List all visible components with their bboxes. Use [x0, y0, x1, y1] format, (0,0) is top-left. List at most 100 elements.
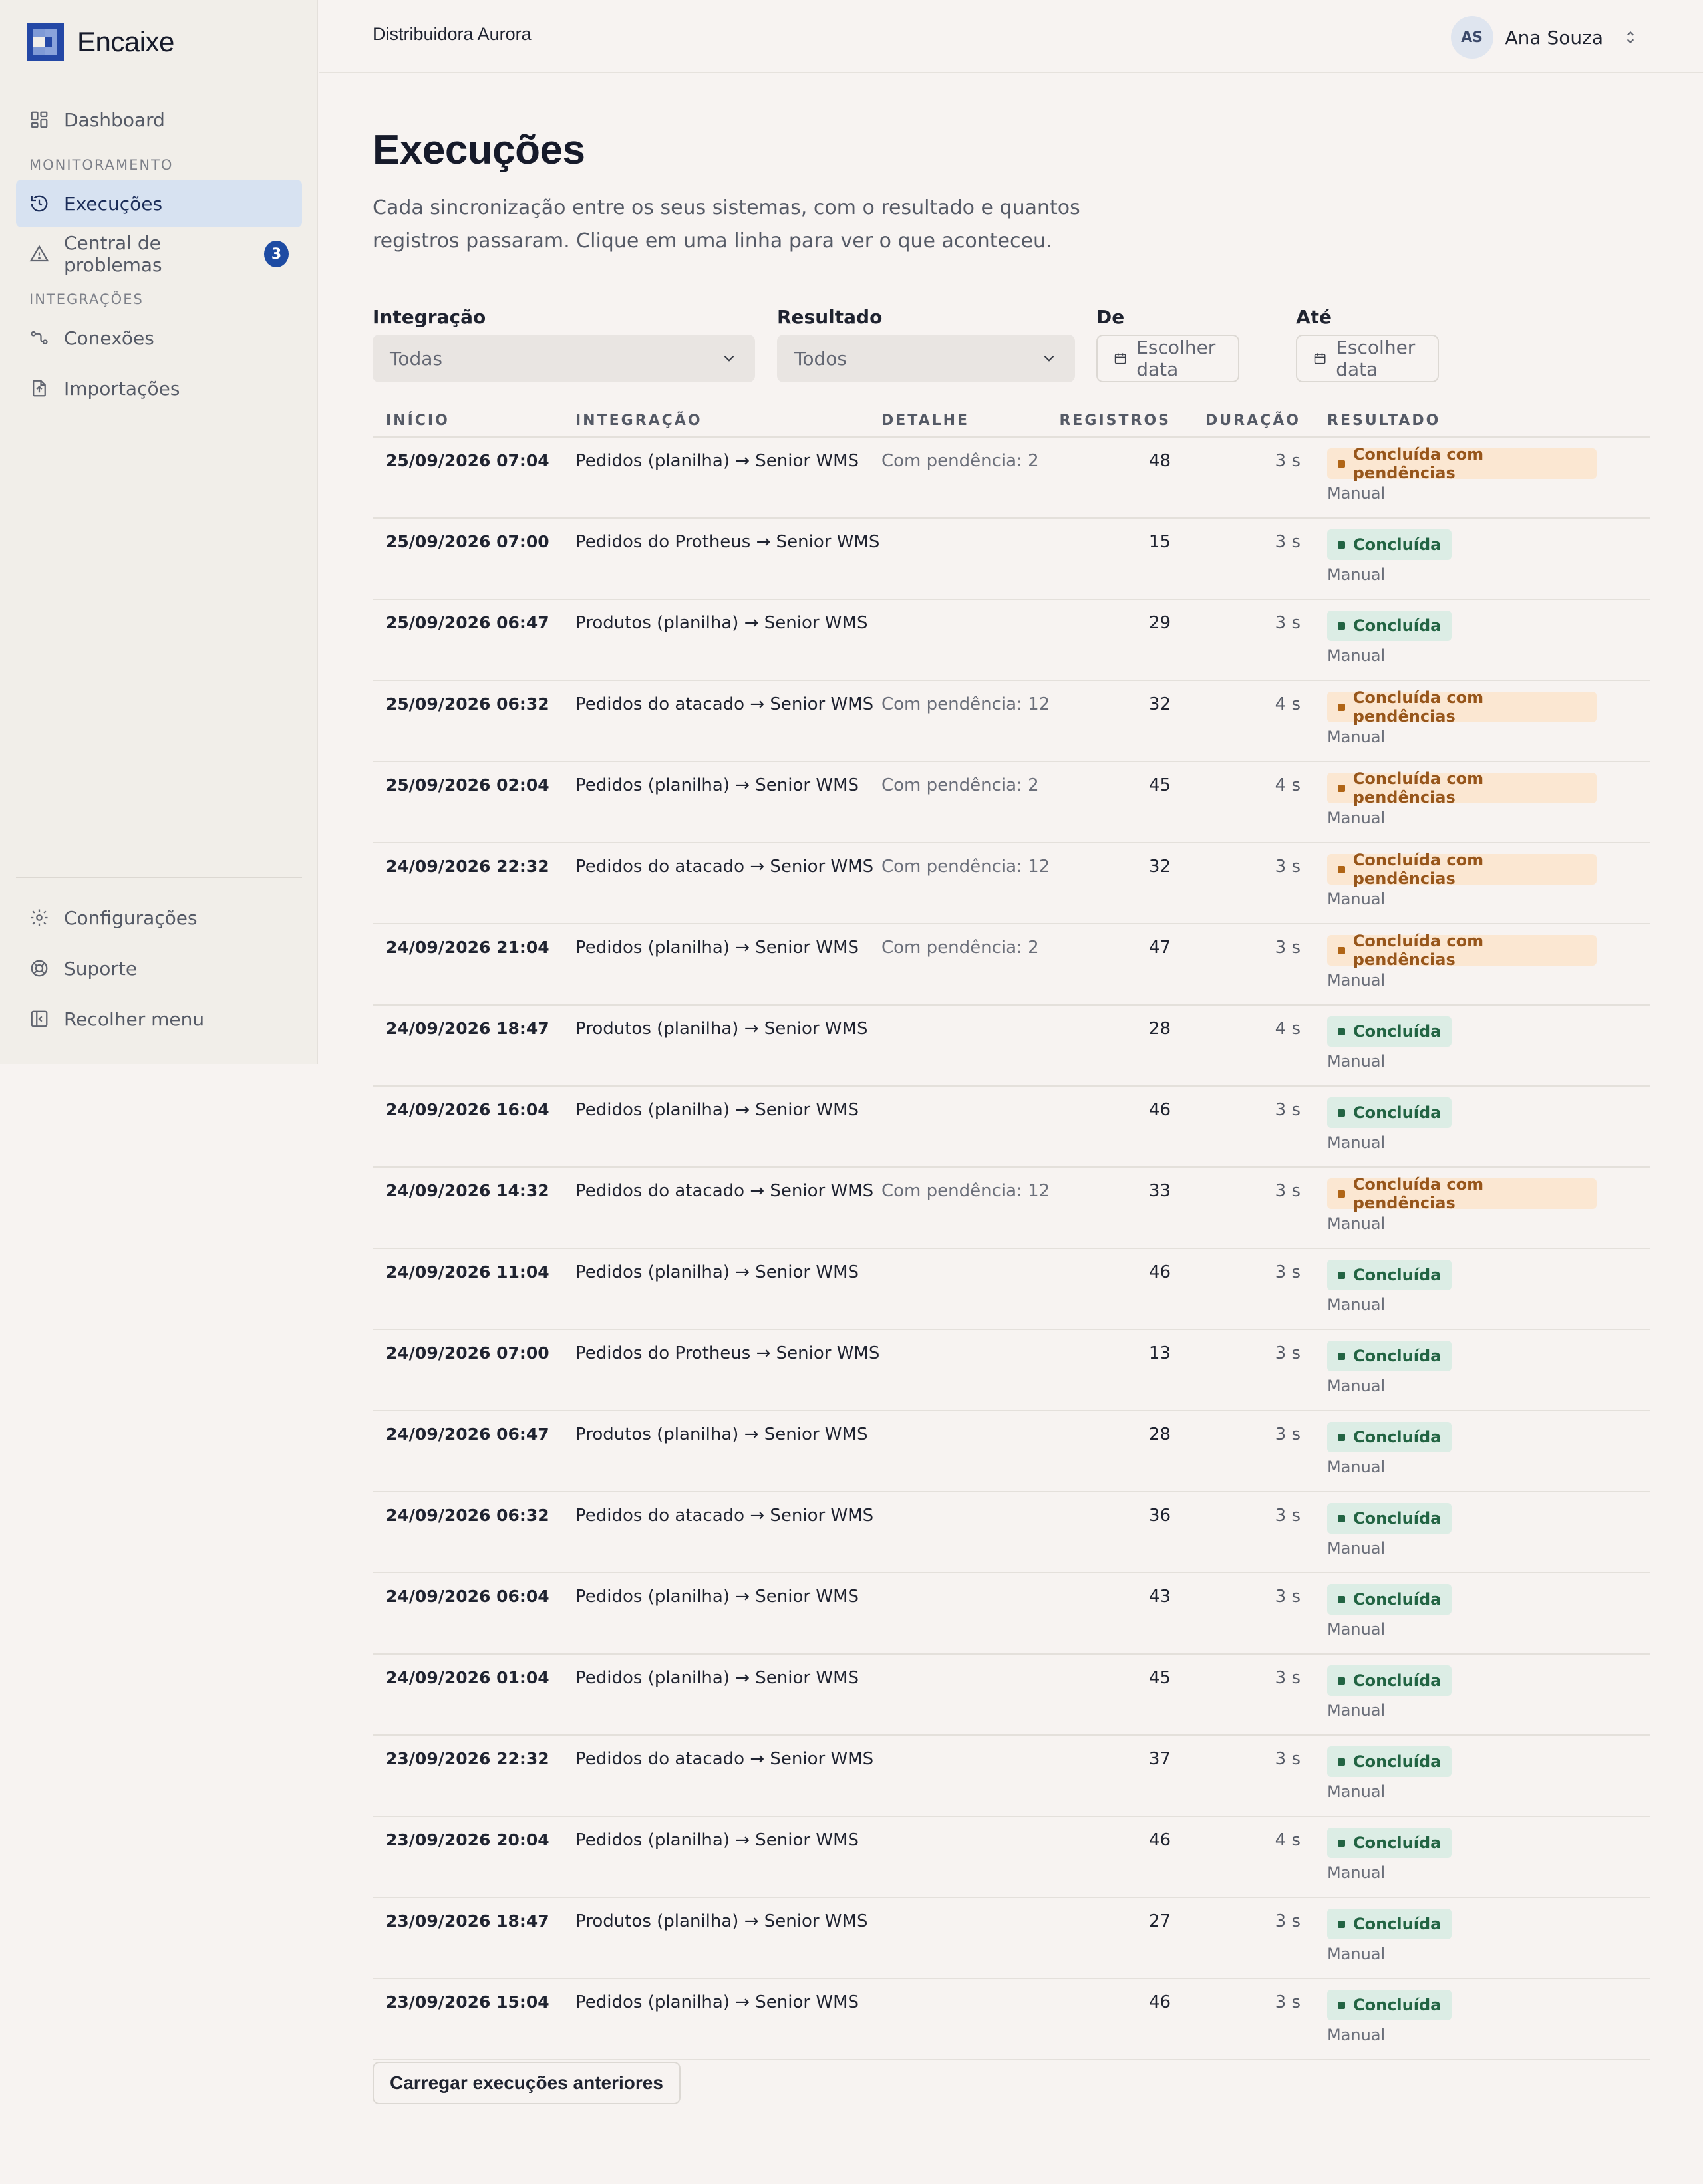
cell-integration: Pedidos (planilha) → Senior WMS	[575, 451, 859, 471]
table-row[interactable]: 24/09/2026 01:04 Pedidos (planilha) → Sen…	[373, 1655, 1650, 1736]
calendar-icon	[1314, 353, 1326, 364]
table-row[interactable]: 24/09/2026 06:04 Pedidos (planilha) → Sen…	[373, 1573, 1650, 1655]
cell-start: 25/09/2026 06:32	[386, 694, 549, 714]
column-header-result[interactable]: RESULTADO	[1301, 412, 1597, 429]
cell-duration: 3 s	[1275, 1668, 1301, 1688]
column-header-records[interactable]: REGISTROS	[1058, 412, 1171, 429]
status-dot-icon	[1338, 1920, 1345, 1928]
dashboard-icon	[31, 111, 48, 128]
filter-result-label: Resultado	[777, 306, 883, 328]
status-label: Concluída	[1353, 1915, 1442, 1933]
cell-duration: 3 s	[1275, 1587, 1301, 1607]
table-row[interactable]: 24/09/2026 18:47 Produtos (planilha) → Se…	[373, 1006, 1650, 1087]
cell-duration: 3 s	[1275, 532, 1301, 552]
user-menu[interactable]: AS Ana Souza	[1450, 16, 1639, 59]
cell-detail	[881, 1736, 1058, 1816]
cell-start: 24/09/2026 14:32	[386, 1181, 549, 1200]
cell-detail: Com pendência: 12	[881, 1181, 1050, 1201]
cell-start: 25/09/2026 07:04	[386, 451, 549, 470]
cell-result: Concluída Manual	[1301, 1492, 1597, 1572]
table-row[interactable]: 25/09/2026 07:04 Pedidos (planilha) → Sen…	[373, 438, 1650, 519]
table-row[interactable]: 23/09/2026 18:47 Produtos (planilha) → Se…	[373, 1898, 1650, 1979]
column-header-integration[interactable]: INTEGRAÇÃO	[575, 412, 881, 429]
cell-duration: 3 s	[1275, 613, 1301, 633]
status-badge: Concluída	[1327, 1909, 1452, 1939]
sidebar-item-imports[interactable]: Importações	[16, 364, 302, 412]
cell-integration: Pedidos do atacado → Senior WMS	[575, 1181, 874, 1201]
cell-trigger: Manual	[1327, 1539, 1386, 1558]
filter-result: Resultado Todos	[777, 306, 1075, 382]
cell-result: Concluída com pendências Manual	[1301, 681, 1597, 761]
cell-trigger: Manual	[1327, 1052, 1386, 1071]
calendar-icon	[1114, 353, 1126, 364]
table-row[interactable]: 24/09/2026 06:32 Pedidos do atacado → Sen…	[373, 1492, 1650, 1573]
status-dot-icon	[1338, 1433, 1345, 1441]
cell-records: 45	[1148, 1668, 1171, 1688]
cell-integration: Pedidos (planilha) → Senior WMS	[575, 1262, 859, 1282]
status-label: Concluída	[1353, 1590, 1442, 1609]
table-row[interactable]: 25/09/2026 02:04 Pedidos (planilha) → Sen…	[373, 762, 1650, 843]
table-row[interactable]: 23/09/2026 22:32 Pedidos do atacado → Sen…	[373, 1736, 1650, 1817]
sidebar-item-support[interactable]: Suporte	[16, 944, 302, 992]
table-row[interactable]: 24/09/2026 22:32 Pedidos do atacado → Sen…	[373, 843, 1650, 924]
table-row[interactable]: 24/09/2026 11:04 Pedidos (planilha) → Sen…	[373, 1249, 1650, 1330]
sidebar-item-executions[interactable]: Execuções	[16, 180, 302, 227]
brand[interactable]: Encaixe	[27, 23, 174, 61]
sidebar-item-dashboard[interactable]: Dashboard	[16, 96, 302, 144]
cell-integration: Pedidos (planilha) → Senior WMS	[575, 775, 859, 795]
sidebar-item-problems[interactable]: Central de problemas 3	[16, 230, 302, 278]
cell-integration: Pedidos do Protheus → Senior WMS	[575, 1343, 880, 1363]
result-select-value: Todos	[794, 347, 847, 370]
nav-footer: Configurações Suporte Recolher menu	[16, 894, 302, 1045]
column-header-detail[interactable]: DETALHE	[881, 412, 1058, 429]
cell-duration: 3 s	[1275, 1100, 1301, 1120]
status-dot-icon	[1338, 946, 1345, 954]
table-row[interactable]: 23/09/2026 15:04 Pedidos (planilha) → Sen…	[373, 1979, 1650, 2060]
cell-duration: 3 s	[1275, 1749, 1301, 1769]
sidebar-item-collapse[interactable]: Recolher menu	[16, 995, 302, 1043]
cell-integration: Pedidos (planilha) → Senior WMS	[575, 1668, 859, 1688]
table-row[interactable]: 25/09/2026 06:32 Pedidos do atacado → Sen…	[373, 681, 1650, 762]
cell-trigger: Manual	[1327, 1863, 1386, 1882]
table-row[interactable]: 25/09/2026 06:47 Produtos (planilha) → Se…	[373, 600, 1650, 681]
cell-detail: Com pendência: 12	[881, 857, 1050, 877]
cell-integration: Produtos (planilha) → Senior WMS	[575, 1911, 868, 1931]
brand-name: Encaixe	[77, 26, 174, 57]
cell-start: 23/09/2026 15:04	[386, 1992, 549, 2012]
table-row[interactable]: 24/09/2026 16:04 Pedidos (planilha) → Sen…	[373, 1087, 1650, 1168]
load-more-button[interactable]: Carregar execuções anteriores	[373, 2062, 681, 2104]
sidebar-item-connections[interactable]: Conexões	[16, 314, 302, 362]
status-dot-icon	[1338, 1595, 1345, 1603]
column-header-duration[interactable]: DURAÇÃO	[1171, 412, 1301, 429]
cell-detail	[881, 1411, 1058, 1491]
cell-detail	[881, 600, 1058, 680]
cell-start: 24/09/2026 06:32	[386, 1506, 549, 1525]
column-header-start[interactable]: INÍCIO	[373, 412, 575, 429]
sidebar-item-settings[interactable]: Configurações	[16, 894, 302, 942]
to-date-button[interactable]: Escolher data	[1296, 335, 1440, 382]
table-row[interactable]: 24/09/2026 21:04 Pedidos (planilha) → Sen…	[373, 924, 1650, 1006]
table-row[interactable]: 23/09/2026 20:04 Pedidos (planilha) → Sen…	[373, 1817, 1650, 1898]
result-select[interactable]: Todos	[777, 335, 1075, 382]
cell-result: Concluída Manual	[1301, 1249, 1597, 1329]
cell-trigger: Manual	[1327, 1620, 1386, 1639]
cell-trigger: Manual	[1327, 1133, 1386, 1152]
table-row[interactable]: 24/09/2026 06:47 Produtos (planilha) → Se…	[373, 1411, 1650, 1492]
cell-records: 48	[1148, 451, 1171, 471]
cell-records: 46	[1148, 1830, 1171, 1850]
cell-integration: Produtos (planilha) → Senior WMS	[575, 1019, 868, 1039]
cell-start: 24/09/2026 22:32	[386, 857, 549, 876]
from-date-button[interactable]: Escolher data	[1096, 335, 1240, 382]
table-row[interactable]: 24/09/2026 07:00 Pedidos do Protheus → Se…	[373, 1330, 1650, 1411]
cell-result: Concluída Manual	[1301, 1655, 1597, 1734]
cell-start: 24/09/2026 16:04	[386, 1100, 549, 1119]
integration-select[interactable]: Todas	[373, 335, 755, 382]
cell-integration: Pedidos (planilha) → Senior WMS	[575, 1587, 859, 1607]
chevron-up-down-icon	[1626, 31, 1634, 44]
cell-result: Concluída Manual	[1301, 600, 1597, 680]
cell-result: Concluída Manual	[1301, 1411, 1597, 1491]
table-row[interactable]: 24/09/2026 14:32 Pedidos do atacado → Sen…	[373, 1168, 1650, 1249]
table-row[interactable]: 25/09/2026 07:00 Pedidos do Protheus → Se…	[373, 519, 1650, 600]
connections-icon	[31, 331, 48, 345]
cell-result: Concluída Manual	[1301, 1898, 1597, 1978]
